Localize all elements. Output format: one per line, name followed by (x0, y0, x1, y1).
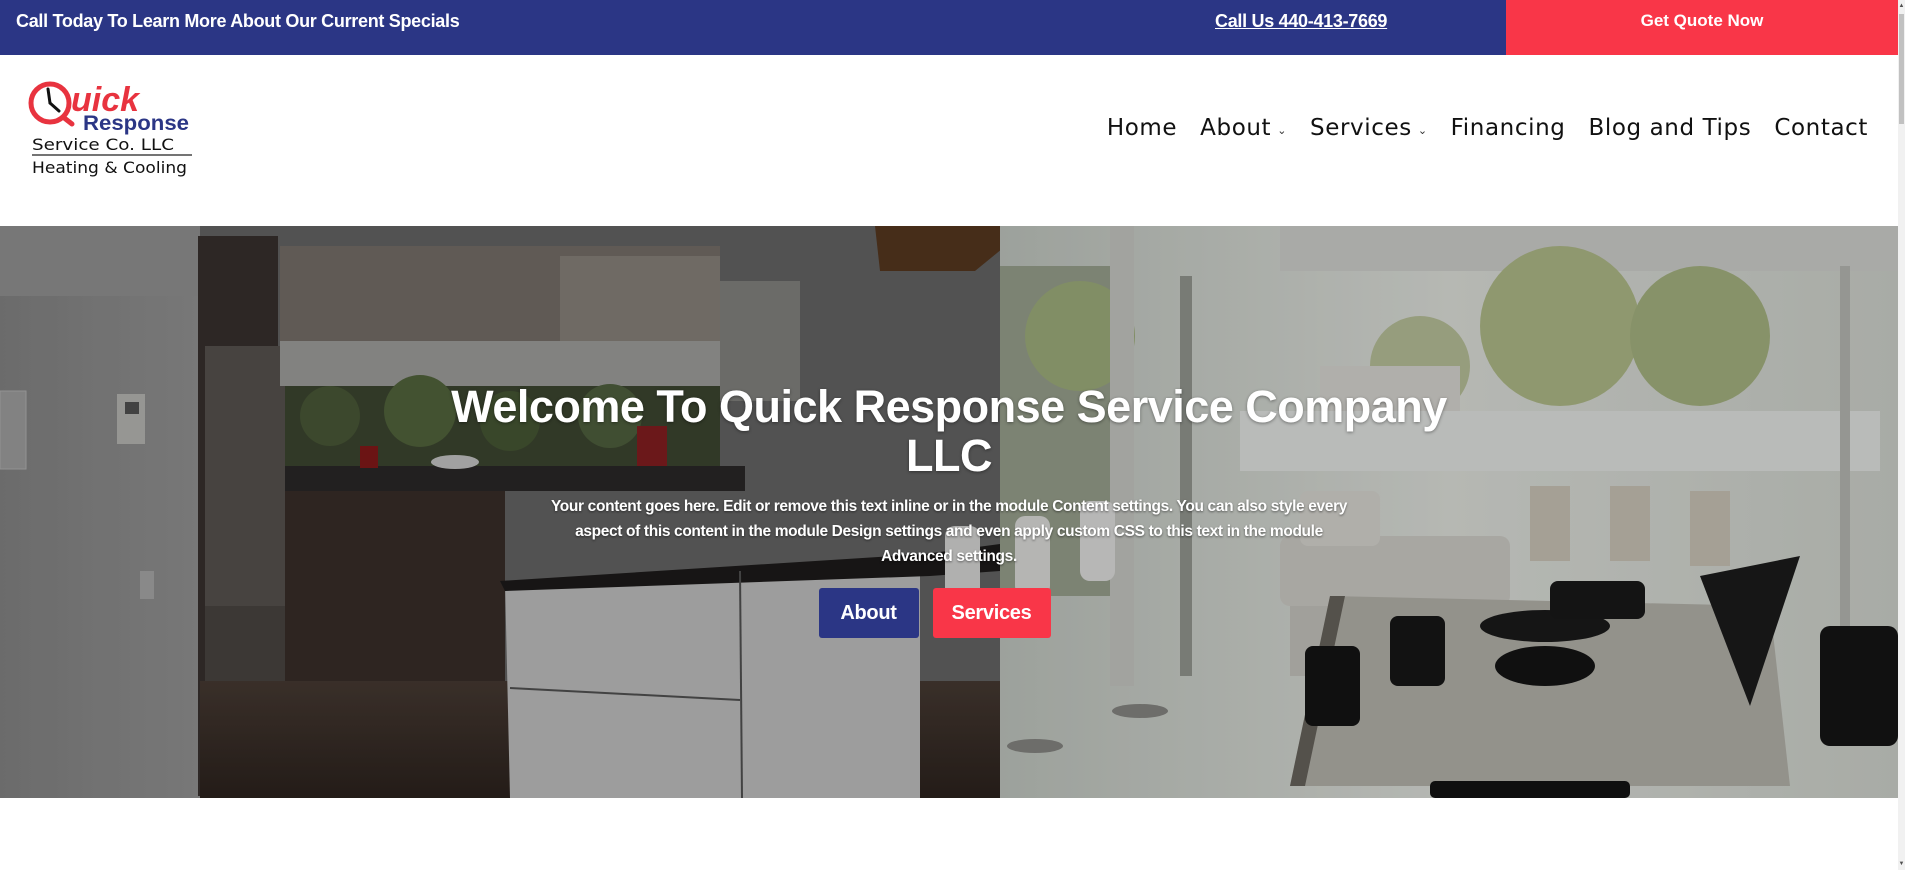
scroll-up-icon[interactable]: ▲ (1898, 2, 1905, 10)
hero-body-text: Your content goes here. Edit or remove t… (550, 498, 1348, 565)
chevron-down-icon: ⌄ (1277, 123, 1288, 137)
hero-section: Welcome To Quick Response Service Compan… (0, 226, 1898, 798)
nav-item-about[interactable]: About ⌄ (1200, 115, 1287, 141)
hero-title: Welcome To Quick Response Service Compan… (451, 381, 1447, 481)
nav-label: Contact (1774, 115, 1868, 141)
logo-graphic: uick Response Service Co. LLC Heating & … (28, 81, 192, 177)
logo-response-text: Response (83, 112, 189, 135)
hero-buttons: About Services (0, 588, 1898, 638)
nav-label: Services (1310, 115, 1412, 141)
nav-item-financing[interactable]: Financing (1451, 115, 1566, 141)
main-nav: Home About ⌄ Services ⌄ Financing Blog a… (1084, 115, 1868, 141)
hero-about-label: About (840, 601, 897, 624)
nav-item-blog-and-tips[interactable]: Blog and Tips (1588, 115, 1751, 141)
clock-hand-hour (46, 87, 52, 105)
page-scrollbar[interactable]: ▲ ▼ (1898, 0, 1905, 870)
get-quote-label: Get Quote Now (1640, 11, 1764, 30)
nav-label: Financing (1450, 115, 1566, 141)
logo-heating-text: Heating & Cooling (32, 158, 187, 177)
nav-label: About (1200, 115, 1272, 141)
logo-service-text: Service Co. LLC (32, 135, 174, 154)
hero-content: Welcome To Quick Response Service Compan… (0, 226, 1898, 798)
nav-label: Blog and Tips (1588, 115, 1752, 141)
company-logo[interactable]: uick Response Service Co. LLC Heating & … (26, 77, 196, 187)
clock-hand-minute (48, 101, 61, 113)
chevron-down-icon: ⌄ (1417, 123, 1428, 137)
top-bar: Call Today To Learn More About Our Curre… (0, 0, 1898, 55)
nav-label: Home (1106, 115, 1178, 141)
promo-text: Call Today To Learn More About Our Curre… (16, 11, 460, 31)
hero-services-label: Services (951, 601, 1032, 624)
nav-item-home[interactable]: Home (1107, 115, 1177, 141)
hero-services-button[interactable]: Services (932, 588, 1051, 638)
page: Call Today To Learn More About Our Curre… (0, 0, 1898, 870)
nav-item-contact[interactable]: Contact (1774, 115, 1868, 141)
site-header: uick Response Service Co. LLC Heating & … (0, 55, 1898, 226)
get-quote-button[interactable]: Get Quote Now (1506, 0, 1898, 55)
hero-about-button[interactable]: About (818, 588, 919, 638)
phone-link[interactable]: Call Us 440-413-7669 (1215, 0, 1387, 42)
scroll-down-icon[interactable]: ▼ (1898, 860, 1905, 868)
nav-item-services[interactable]: Services ⌄ (1310, 115, 1428, 141)
scrollbar-thumb[interactable] (1899, 14, 1904, 124)
